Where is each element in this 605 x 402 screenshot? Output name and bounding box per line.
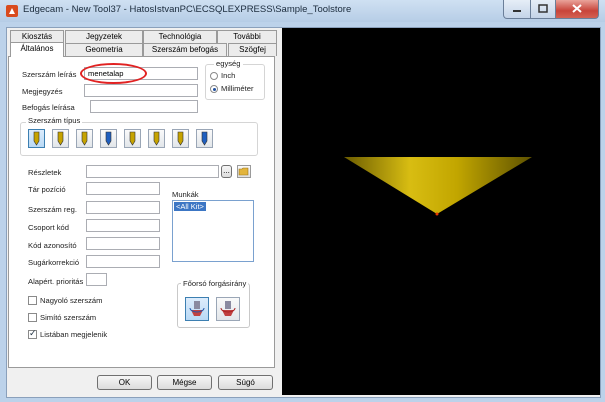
unit-inch-radio[interactable] <box>210 72 218 80</box>
minimize-icon <box>513 10 521 12</box>
spindle-cw-icon <box>189 301 205 316</box>
spot-drill-icon <box>177 131 184 146</box>
thread-mill-icon <box>81 131 88 146</box>
tap-icon <box>57 131 64 146</box>
tool-preview-viewport[interactable] <box>282 28 600 395</box>
window-controls <box>503 0 599 19</box>
unit-inch-label: Inch <box>221 71 236 80</box>
tool-description-label: Szerszám leírás <box>22 70 77 79</box>
id-code-input[interactable] <box>86 237 160 250</box>
jobs-listbox[interactable]: <All Kit> <box>172 200 254 262</box>
tab-szogfej[interactable]: Szögfej <box>228 43 277 56</box>
spindle-ccw-button[interactable] <box>216 297 240 321</box>
magazine-position-input[interactable] <box>86 182 160 195</box>
ok-button[interactable]: OK <box>97 375 152 390</box>
folder-icon <box>238 167 249 176</box>
close-button[interactable] <box>556 0 599 19</box>
roughing-checkbox[interactable] <box>28 296 37 305</box>
app-window: Edgecam - New Tool37 - HatosIstvanPC\ECS… <box>0 0 605 402</box>
tool-type-ball-mill-button[interactable] <box>124 129 141 148</box>
tool-reg-label: Szerszám reg. <box>28 205 77 214</box>
in-list-label: Listában megjelenik <box>40 330 108 339</box>
tab-row-front: Általános Geometria Szerszám befogás Szö… <box>10 42 278 57</box>
details-input[interactable] <box>86 165 219 178</box>
finishing-checkbox[interactable] <box>28 313 37 322</box>
tool-cone-shape <box>344 157 532 214</box>
tab-szerszam-befogas[interactable]: Szerszám befogás <box>143 43 227 56</box>
end-mill-icon <box>105 131 112 146</box>
tool-type-holder-button[interactable] <box>196 129 213 148</box>
group-code-label: Csoport kód <box>28 223 69 232</box>
drill-icon <box>33 131 40 146</box>
tool-type-drill-button[interactable] <box>28 129 45 148</box>
unit-groupbox <box>205 64 265 100</box>
tool-preview-svg <box>344 157 532 216</box>
tool-reg-input[interactable] <box>86 201 160 214</box>
unit-group-label: egység <box>214 59 243 68</box>
finishing-label: Simító szerszám <box>40 313 97 322</box>
minimize-button[interactable] <box>503 0 531 19</box>
tool-tip-marker <box>435 212 439 216</box>
tab-technologia[interactable]: Technológia <box>143 30 217 43</box>
tab-altalanos[interactable]: Általános <box>10 42 64 57</box>
jobs-list-item[interactable]: <All Kit> <box>174 202 206 211</box>
close-icon <box>572 4 582 13</box>
roughing-label: Nagyoló szerszám <box>40 296 103 305</box>
radius-comp-label: Sugárkorrekció <box>28 258 80 267</box>
cancel-button[interactable]: Mégse <box>157 375 212 390</box>
note-input[interactable] <box>84 84 198 97</box>
edgecam-app-icon <box>6 5 18 17</box>
tool-type-tap-button[interactable] <box>52 129 69 148</box>
default-priority-input[interactable] <box>86 273 107 286</box>
tool-type-label: Szerszám típus <box>26 116 83 125</box>
holder-description-input[interactable] <box>90 100 198 113</box>
reamer-icon <box>153 131 160 146</box>
id-code-label: Kód azonosító <box>28 241 77 250</box>
tab-geometria[interactable]: Geometria <box>65 43 143 56</box>
tab-jegyzetek[interactable]: Jegyzetek <box>65 30 143 43</box>
help-button[interactable]: Súgó <box>218 375 273 390</box>
magazine-position-label: Tár pozíció <box>28 185 66 194</box>
spindle-cw-button[interactable] <box>185 297 209 321</box>
title-bar: Edgecam - New Tool37 - HatosIstvanPC\ECS… <box>0 0 605 22</box>
highlight-oval <box>80 63 147 84</box>
spindle-ccw-icon <box>220 301 236 316</box>
tool-type-reamer-button[interactable] <box>148 129 165 148</box>
holder-icon <box>201 131 208 146</box>
radius-comp-input[interactable] <box>86 255 160 268</box>
open-folder-button[interactable] <box>237 165 251 178</box>
details-label: Részletek <box>28 168 62 177</box>
tool-type-end-mill-button[interactable] <box>100 129 117 148</box>
in-list-checkbox[interactable] <box>28 328 37 339</box>
tool-type-thread-mill-button[interactable] <box>76 129 93 148</box>
unit-mm-radio[interactable] <box>210 85 218 93</box>
details-browse-button[interactable]: ... <box>221 165 232 178</box>
maximize-icon <box>538 4 548 13</box>
unit-mm-label: Milliméter <box>221 84 254 93</box>
ball-mill-icon <box>129 131 136 146</box>
maximize-button[interactable] <box>531 0 556 19</box>
tab-tovabbi[interactable]: További <box>217 30 277 43</box>
spindle-direction-label: Főorsó forgásirány <box>181 279 249 288</box>
default-priority-label: Alapért. prioritás <box>28 277 84 286</box>
window-title: Edgecam - New Tool37 - HatosIstvanPC\ECS… <box>23 4 352 15</box>
group-code-input[interactable] <box>86 219 160 232</box>
note-label: Megjegyzés <box>22 87 63 96</box>
jobs-label: Munkák <box>172 190 199 199</box>
tool-type-spot-drill-button[interactable] <box>172 129 189 148</box>
holder-description-label: Befogás leírása <box>22 103 75 112</box>
